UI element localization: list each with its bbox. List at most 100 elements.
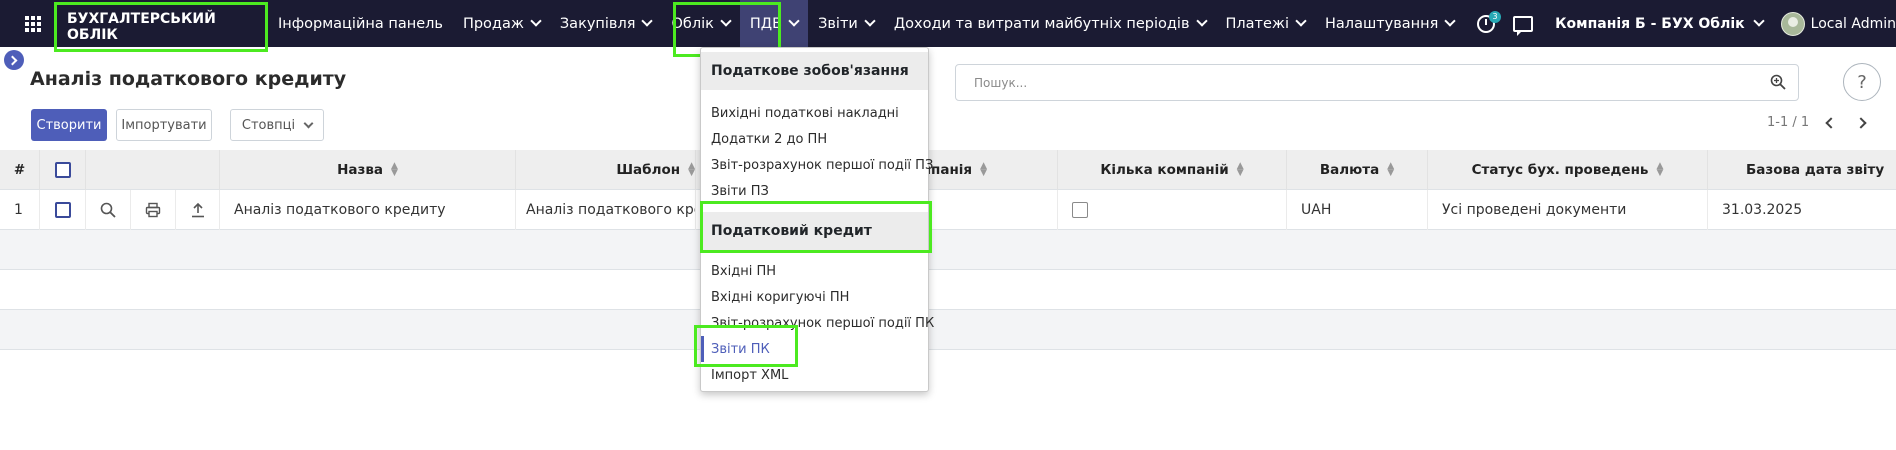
grid-icon <box>25 15 41 32</box>
columns-button[interactable]: Стовпці <box>230 109 324 141</box>
menu-reports[interactable]: Звіти <box>808 0 884 47</box>
menu-purchases[interactable]: Закупівля <box>550 0 662 47</box>
user-name: Local Admin <box>1810 15 1896 32</box>
chevron-down-icon <box>1195 15 1208 27</box>
search-input[interactable]: Пошук... <box>955 64 1799 101</box>
menu-label: Доходи та витрати майбутніх періодів <box>893 15 1190 32</box>
chevron-right-icon[interactable] <box>1855 116 1867 129</box>
dropdown-item-incoming-corrections[interactable]: Вхідні коригуючі ПН <box>701 284 928 310</box>
chat-icon[interactable] <box>1513 15 1534 36</box>
menu-label: Продаж <box>462 15 524 32</box>
pager: 1-1 / 1 <box>1767 115 1867 130</box>
menu-payments[interactable]: Платежі <box>1216 0 1316 47</box>
apps-menu-button[interactable] <box>12 0 54 47</box>
col-template[interactable]: Шаблон ▲ ▼ <box>516 150 696 190</box>
sidebar-toggle-button[interactable] <box>4 50 24 70</box>
row-print <box>131 190 176 230</box>
dropdown-item-xml-import[interactable]: Імпорт XML <box>701 362 928 388</box>
col-posting-status-label: Статус бух. проведень <box>1471 162 1649 178</box>
col-select-all <box>40 150 86 190</box>
table-row[interactable]: 1 Аналіз податкового кредиту Аналіз пода… <box>0 190 1896 230</box>
multi-company-checkbox <box>1072 202 1088 218</box>
dropdown-item-first-event-pz[interactable]: Звіт-розрахунок першої події ПЗ <box>701 152 933 178</box>
col-name-label: Назва <box>337 162 383 178</box>
menu-label: Інформаційна панель <box>278 15 443 32</box>
dropdown-item-outgoing-invoices[interactable]: Вихідні податкові накладні <box>701 100 928 126</box>
menu-dashboard[interactable]: Інформаційна панель <box>268 0 453 47</box>
help-button[interactable]: ? <box>1843 63 1881 101</box>
upload-icon[interactable] <box>190 202 206 218</box>
create-button[interactable]: Створити <box>31 109 107 141</box>
col-currency-label: Валюта <box>1319 162 1380 178</box>
menu-label: Платежі <box>1225 15 1290 32</box>
menu-vat[interactable]: ПДВ <box>739 0 809 47</box>
user-menu[interactable]: Local Admin <box>1780 11 1896 36</box>
menu-label: Звіти <box>818 15 858 32</box>
col-posting-status[interactable]: Статус бух. проведень ▲ ▼ <box>1428 150 1708 190</box>
chevron-down-icon <box>641 15 654 27</box>
table-row-empty <box>0 270 1896 310</box>
row-num: 1 <box>0 190 40 230</box>
menu-sales[interactable]: Продаж <box>453 0 550 47</box>
systray: 3 Компанія Б - БУХ Облік Local Admin <box>1477 0 1896 47</box>
dropdown-item-first-event-pk[interactable]: Звіт-розрахунок першої події ПК <box>701 310 934 336</box>
list-table: # Назва ▲ ▼ Шаблон ▲ ▼ Компанія ▲ ▼ Кілька ком… <box>0 150 1896 350</box>
dropdown-item-pk-reports[interactable]: Звіти ПК <box>701 336 928 362</box>
activity-clock-icon[interactable]: 3 <box>1477 10 1502 35</box>
company-switcher[interactable]: Компанія Б - БУХ Облік <box>1555 15 1765 32</box>
pager-value[interactable]: 1-1 / 1 <box>1767 115 1809 130</box>
table-row-empty <box>0 230 1896 270</box>
col-num: # <box>0 150 40 190</box>
vat-dropdown-menu: Податкове зобов'язання Вихідні податкові… <box>700 47 934 392</box>
import-button[interactable]: Імпортувати <box>116 109 212 141</box>
chevron-down-icon <box>864 15 876 27</box>
dropdown-section-tax-credit: Податковий кредит <box>701 212 928 250</box>
sort-icon: ▲ ▼ <box>688 161 695 178</box>
cell-multi-company <box>1058 190 1287 230</box>
cell-base-date: 31.03.2025 <box>1722 202 1803 218</box>
sort-icon: ▲ ▼ <box>390 161 398 178</box>
col-multi-company[interactable]: Кілька компаній ▲ ▼ <box>1058 150 1287 190</box>
sort-icon: ▲ ▼ <box>1387 161 1395 178</box>
row-checkbox[interactable] <box>54 202 71 218</box>
search-placeholder: Пошук... <box>974 75 1028 90</box>
app-brand[interactable]: БУХГАЛТЕРСЬКИЙ ОБЛІК <box>54 2 268 52</box>
col-currency[interactable]: Валюта ▲ ▼ <box>1287 150 1428 190</box>
menu-deferred[interactable]: Доходи та витрати майбутніх періодів <box>884 0 1216 47</box>
chevron-left-icon[interactable] <box>1825 116 1837 129</box>
menu-label: Закупівля <box>559 15 636 32</box>
dropdown-item-appendix-2[interactable]: Додатки 2 до ПН <box>701 126 928 152</box>
dropdown-item-pz-reports[interactable]: Звіти ПЗ <box>701 178 928 204</box>
search-icon[interactable] <box>100 202 116 218</box>
chevron-down-icon <box>1295 15 1307 27</box>
row-select <box>40 190 86 230</box>
col-multi-company-label: Кілька компаній <box>1100 162 1229 178</box>
sort-icon: ▲ ▼ <box>1236 161 1244 178</box>
select-all-checkbox[interactable] <box>54 162 71 178</box>
row-export <box>176 190 220 230</box>
brand-label: БУХГАЛТЕРСЬКИЙ ОБЛІК <box>67 11 216 43</box>
dropdown-item-incoming-invoices[interactable]: Вхідні ПН <box>701 258 928 284</box>
page-title: Аналіз податкового кредиту <box>30 68 347 90</box>
activity-badge: 3 <box>1489 10 1502 23</box>
chevron-down-icon <box>1752 15 1765 27</box>
columns-label: Стовпці <box>241 117 296 133</box>
col-template-label: Шаблон <box>616 162 681 178</box>
menu-settings[interactable]: Налаштування <box>1315 0 1464 47</box>
search-plus-icon[interactable] <box>1770 74 1786 90</box>
sort-icon: ▲ ▼ <box>1656 161 1664 178</box>
table-row-empty <box>0 310 1896 350</box>
avatar <box>1780 11 1805 36</box>
print-icon[interactable] <box>145 202 161 218</box>
col-name[interactable]: Назва ▲ ▼ <box>220 150 516 190</box>
table-header: # Назва ▲ ▼ Шаблон ▲ ▼ Компанія ▲ ▼ Кілька ком… <box>0 150 1896 190</box>
col-base-date[interactable]: Базова дата звіту <box>1708 150 1896 190</box>
dropdown-section-tax-liability: Податкове зобов'язання <box>701 52 928 90</box>
chevron-down-icon <box>530 15 542 27</box>
menu-accounting[interactable]: Облік <box>661 0 739 47</box>
chevron-down-icon <box>1444 15 1457 27</box>
col-base-date-label: Базова дата звіту <box>1746 162 1885 178</box>
sort-icon: ▲ ▼ <box>980 161 987 178</box>
menu-label: Налаштування <box>1325 15 1439 32</box>
cell-posting-status: Усі проведені документи <box>1428 190 1708 230</box>
